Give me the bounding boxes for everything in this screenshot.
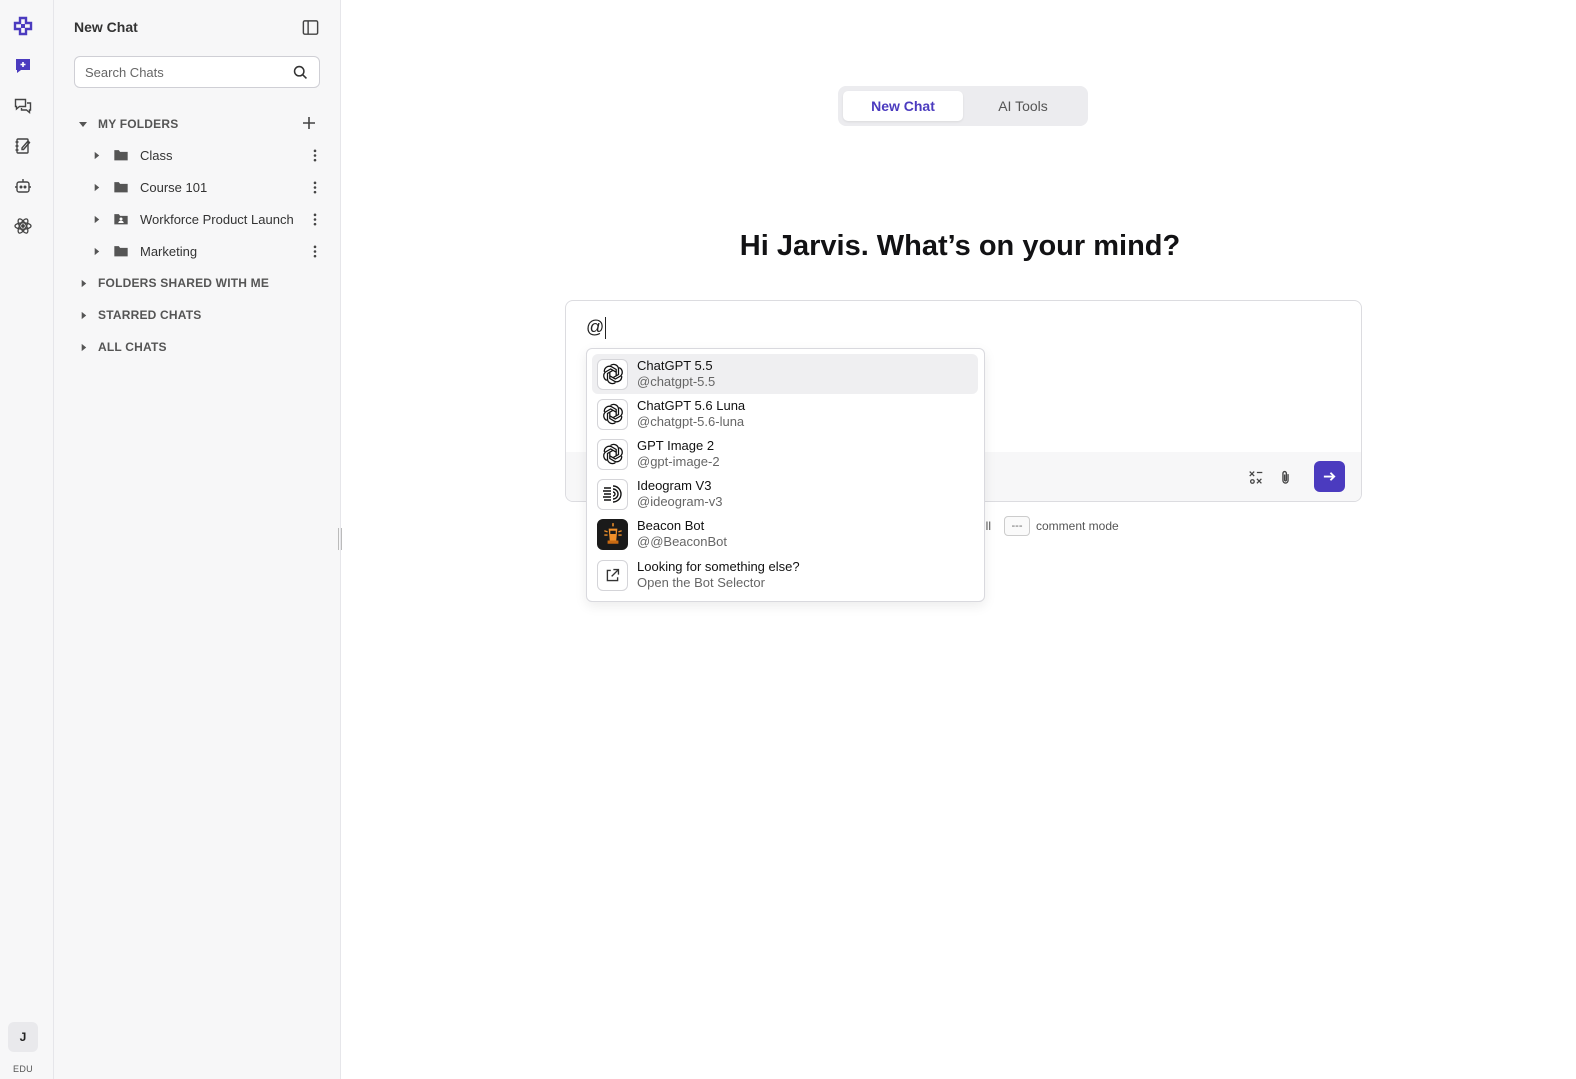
caret-right-icon [90,245,102,257]
mention-item-open-bot-selector[interactable]: Looking for something else? Open the Bot… [592,555,978,595]
paperclip-icon[interactable] [1273,465,1297,489]
mention-item-chatgpt-5-6-luna[interactable]: ChatGPT 5.6 Luna @chatgpt-5.6-luna [592,394,978,434]
text-cursor [605,317,607,340]
mention-handle: @ideogram-v3 [637,494,723,509]
notebook-icon[interactable] [11,134,35,158]
chats-icon[interactable] [11,94,35,118]
mention-item-beacon-bot[interactable]: Beacon Bot @@BeaconBot [592,514,978,554]
kebab-menu-icon[interactable] [306,178,324,196]
comment-mode-label: comment mode [1036,519,1119,533]
bot-icon[interactable] [11,174,35,198]
plan-label: EDU [13,1064,33,1074]
kebab-menu-icon[interactable] [306,210,324,228]
mention-name: ChatGPT 5.6 Luna [637,398,746,413]
folder-item-course-101[interactable]: Course 101 [90,174,324,200]
folder-name: Class [140,147,173,163]
arrow-right-icon [1323,472,1336,481]
openai-icon [597,398,628,430]
mention-dropdown: ChatGPT 5.5 @chatgpt-5.5 ChatGPT 5.6 Lun… [586,348,985,602]
search-box [74,56,320,88]
section-my-folders[interactable]: MY FOLDERS [76,113,178,135]
mention-name: Looking for something else? [637,559,800,574]
sidebar-resize-handle[interactable] [338,528,342,550]
caret-right-icon [90,181,102,193]
caret-right-icon [76,276,90,290]
composer-input[interactable]: @ [586,317,607,340]
folder-item-workforce[interactable]: Workforce Product Launch [90,206,324,232]
sidebar: New Chat MY FOLDERS Class Course 101 Wor… [54,0,341,1079]
comment-mode-hint: --- comment mode [1004,515,1119,537]
mention-handle: @chatgpt-5.5 [637,374,716,389]
tab-ai-tools[interactable]: AI Tools [963,91,1083,121]
folder-item-class[interactable]: Class [90,142,324,168]
caret-right-icon [90,213,102,225]
greeting-heading: Hi Jarvis. What’s on your mind? [739,230,1181,262]
mention-handle: Open the Bot Selector [637,575,765,590]
kebab-menu-icon[interactable] [306,242,324,260]
composer-value: @ [586,317,605,337]
shared-folder-icon [112,210,130,228]
kebab-menu-icon[interactable] [306,146,324,164]
beacon-bot-icon [597,518,628,550]
comment-key: --- [1004,516,1030,536]
add-folder-icon[interactable] [299,113,319,133]
mention-name: Beacon Bot [637,518,705,533]
folder-name: Course 101 [140,179,208,195]
mention-item-chatgpt-5-5[interactable]: ChatGPT 5.5 @chatgpt-5.5 [592,354,978,394]
section-label: FOLDERS SHARED WITH ME [98,276,270,290]
caret-right-icon [76,308,90,322]
folder-name: Marketing [140,243,198,259]
clear-tools-icon[interactable] [1244,465,1268,489]
openai-icon [597,438,628,470]
atom-icon[interactable] [11,214,35,238]
sidebar-title: New Chat [74,19,138,35]
mention-name: ChatGPT 5.5 [637,358,713,373]
mention-name: GPT Image 2 [637,438,715,453]
avatar[interactable]: J [8,1022,38,1052]
folder-icon [112,146,130,164]
caret-right-icon [76,340,90,354]
section-shared-folders[interactable]: FOLDERS SHARED WITH ME [76,272,269,294]
mention-handle: @chatgpt-5.6-luna [637,414,745,429]
ideogram-icon [597,478,628,510]
caret-right-icon [90,149,102,161]
search-icon[interactable] [291,63,309,81]
folder-item-marketing[interactable]: Marketing [90,238,324,264]
folder-icon [112,178,130,196]
sidebar-toggle-icon[interactable] [299,16,321,38]
openai-icon [597,358,628,390]
external-link-icon [597,559,628,591]
mention-name: Ideogram V3 [637,478,712,493]
mention-handle: @@BeaconBot [637,534,727,549]
send-button[interactable] [1314,461,1345,492]
section-label: STARRED CHATS [98,308,202,322]
section-starred-chats[interactable]: STARRED CHATS [76,304,202,326]
logo-icon[interactable] [11,14,35,38]
mention-handle: @gpt-image-2 [637,454,720,469]
mention-item-gpt-image-2[interactable]: GPT Image 2 @gpt-image-2 [592,434,978,474]
icon-rail: J EDU [0,0,54,1079]
caret-down-icon [76,117,90,131]
tab-new-chat[interactable]: New Chat [843,91,963,121]
folder-icon [112,242,130,260]
folder-name: Workforce Product Launch [140,211,294,227]
section-all-chats[interactable]: ALL CHATS [76,336,167,358]
search-input[interactable] [85,64,291,80]
section-label: ALL CHATS [98,340,167,354]
new-chat-icon[interactable] [11,54,35,78]
mention-item-ideogram-v3[interactable]: Ideogram V3 @ideogram-v3 [592,474,978,514]
section-label: MY FOLDERS [98,117,179,131]
avatar-initial: J [19,1030,27,1044]
mode-tabs: New Chat AI Tools [838,86,1088,126]
